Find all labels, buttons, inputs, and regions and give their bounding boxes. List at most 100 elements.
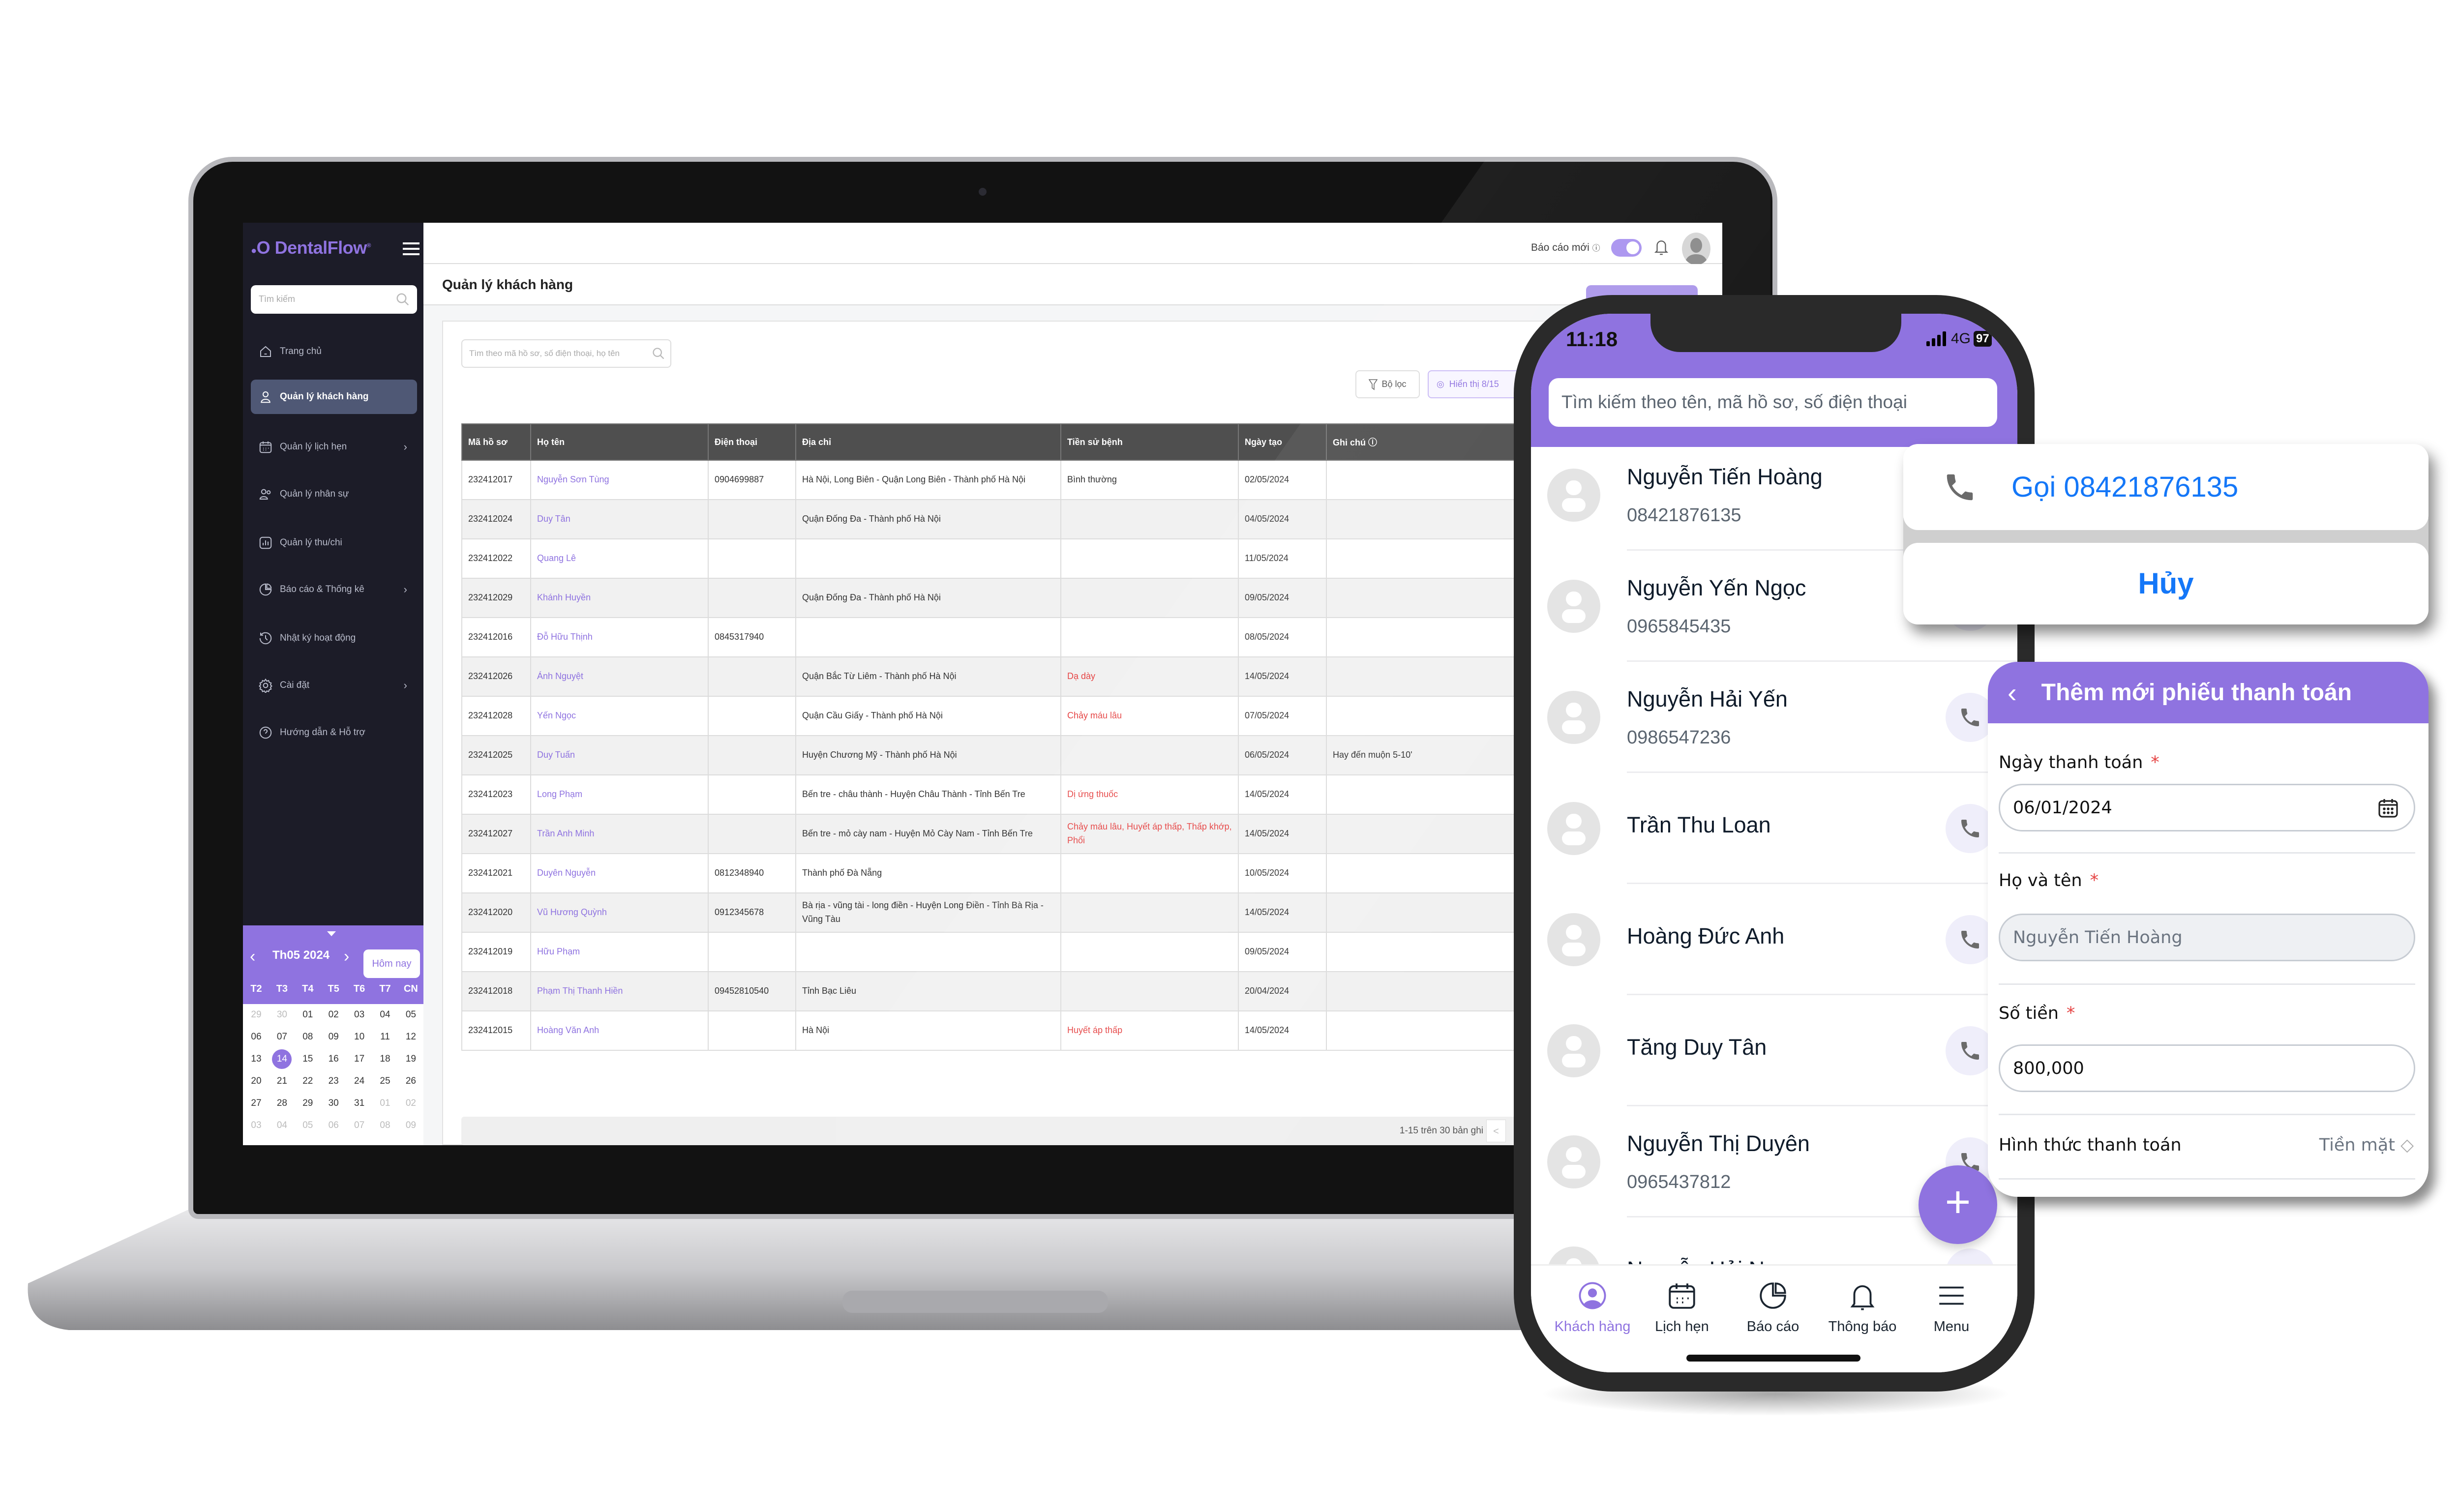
calendar-icon[interactable] — [2376, 796, 2400, 820]
calendar-day[interactable]: 02 — [401, 1094, 420, 1113]
calendar-day[interactable]: 13 — [246, 1049, 266, 1069]
logo[interactable]: ●O DentalFlow® — [251, 237, 371, 258]
calendar-day[interactable]: 05 — [298, 1116, 318, 1135]
sidebar-item-7[interactable]: Nhật ký hoạt động — [251, 621, 417, 655]
calendar-day[interactable]: 27 — [246, 1094, 266, 1113]
sidebar-item-8[interactable]: Cài đặt › — [251, 668, 417, 703]
add-fab-button[interactable]: + — [1919, 1165, 1997, 1244]
prev-page-button[interactable]: < — [1486, 1120, 1506, 1142]
customer-name-link[interactable]: Vũ Hương Quỳnh — [530, 892, 709, 933]
call-contact-button[interactable] — [1946, 1026, 1995, 1075]
calendar-day[interactable]: 24 — [350, 1071, 369, 1091]
customer-name-link[interactable]: Ánh Nguyệt — [530, 656, 709, 697]
sidebar-item-6[interactable]: Báo cáo & Thống kê › — [251, 572, 417, 607]
call-button[interactable]: Gọi 08421876135 — [1903, 444, 2429, 530]
contact-item[interactable]: Trần Thu Loan — [1531, 773, 2017, 884]
user-avatar[interactable] — [1682, 233, 1710, 265]
calendar-day[interactable]: 30 — [272, 1005, 292, 1025]
calendar-day[interactable]: 05 — [401, 1005, 420, 1025]
nav-tab-1[interactable]: Khách hàng — [1551, 1279, 1634, 1335]
prev-month-button[interactable]: ‹ — [250, 947, 255, 966]
calendar-day[interactable]: 08 — [298, 1027, 318, 1047]
sidebar-item-9[interactable]: Hướng dẫn & Hỗ trợ — [251, 715, 417, 750]
calendar-day[interactable]: 01 — [298, 1005, 318, 1025]
customer-name-link[interactable]: Phạm Thị Thanh Hiền — [530, 971, 709, 1011]
new-report-toggle[interactable] — [1611, 239, 1642, 257]
customer-name-link[interactable]: Duyên Nguyễn — [530, 853, 709, 893]
customer-name-link[interactable]: Đỗ Hữu Thịnh — [530, 617, 709, 657]
calendar-day[interactable]: 10 — [350, 1027, 369, 1047]
customer-name-link[interactable]: Duy Tuấn — [530, 735, 709, 775]
nav-tab-3[interactable]: Báo cáo — [1731, 1279, 1815, 1335]
today-button[interactable]: Hôm nay — [363, 949, 420, 978]
customer-name-link[interactable]: Trần Anh Minh — [530, 814, 709, 854]
column-header[interactable]: Họ tên — [530, 423, 709, 461]
calendar-day[interactable]: 19 — [401, 1049, 420, 1069]
next-month-button[interactable]: › — [344, 947, 349, 966]
calendar-day[interactable]: 04 — [272, 1116, 292, 1135]
customer-name-link[interactable]: Quang Lê — [530, 538, 709, 579]
sidebar-item-4[interactable]: Quản lý nhân sự — [251, 477, 417, 511]
calendar-day[interactable]: 22 — [298, 1071, 318, 1091]
calendar-day[interactable]: 17 — [350, 1049, 369, 1069]
customer-search-input[interactable]: Tìm theo mã hồ sơ, số điện thoại, họ tên — [461, 339, 671, 368]
nav-tab-2[interactable]: Lịch hẹn — [1640, 1279, 1724, 1335]
calendar-day[interactable]: 18 — [375, 1049, 395, 1069]
calendar-day[interactable]: 07 — [350, 1116, 369, 1135]
customer-name-link[interactable]: Hữu Phạm — [530, 932, 709, 972]
calendar-day[interactable]: 06 — [324, 1116, 343, 1135]
customer-name-link[interactable]: Nguyễn Sơn Tùng — [530, 460, 709, 500]
calendar-day[interactable]: 15 — [298, 1049, 318, 1069]
calendar-day[interactable]: 07 — [272, 1027, 292, 1047]
calendar-day[interactable]: 26 — [401, 1071, 420, 1091]
full-name-field[interactable]: Nguyễn Tiến Hoàng — [1999, 914, 2415, 961]
calendar-day[interactable]: 01 — [375, 1094, 395, 1113]
calendar-day[interactable]: 23 — [324, 1071, 343, 1091]
calendar-day[interactable]: 08 — [375, 1116, 395, 1135]
call-contact-button[interactable] — [1946, 915, 1995, 964]
filter-button[interactable]: Bộ lọc — [1355, 370, 1420, 398]
calendar-day[interactable]: 25 — [375, 1071, 395, 1091]
hamburger-menu-icon[interactable] — [403, 242, 420, 255]
customer-name-link[interactable]: Hoàng Văn Anh — [530, 1010, 709, 1051]
calendar-day[interactable]: 14 — [272, 1049, 292, 1069]
cancel-button[interactable]: Hủy — [1903, 543, 2429, 624]
calendar-day[interactable]: 29 — [298, 1094, 318, 1113]
back-chevron-icon[interactable]: ‹ — [2008, 677, 2017, 709]
column-header[interactable]: Mã hồ sơ — [461, 423, 531, 461]
calendar-day[interactable]: 21 — [272, 1071, 292, 1091]
customer-name-link[interactable]: Khánh Huyền — [530, 578, 709, 618]
sidebar-item-2[interactable]: Quản lý khách hàng — [251, 380, 417, 414]
collapse-caret-icon[interactable] — [327, 931, 336, 936]
nav-tab-5[interactable]: Menu — [1910, 1279, 1993, 1335]
call-contact-button[interactable] — [1946, 693, 1995, 742]
calendar-day[interactable]: 31 — [350, 1094, 369, 1113]
calendar-day[interactable]: 06 — [246, 1027, 266, 1047]
column-header[interactable]: Ngày tạo — [1238, 423, 1327, 461]
calendar-day[interactable]: 29 — [246, 1005, 266, 1025]
sidebar-item-3[interactable]: Quản lý lịch hẹn › — [251, 430, 417, 464]
calendar-day[interactable]: 04 — [375, 1005, 395, 1025]
calendar-day[interactable]: 09 — [401, 1116, 420, 1135]
calendar-day[interactable]: 03 — [350, 1005, 369, 1025]
contact-item[interactable]: Nguyễn Hải Yến 0986547236 — [1531, 662, 2017, 773]
sidebar-item-1[interactable]: Trang chủ — [251, 334, 417, 369]
payment-date-field[interactable]: 06/01/2024 — [1999, 784, 2415, 831]
calendar-day[interactable]: 09 — [324, 1027, 343, 1047]
sidebar-search-input[interactable]: Tìm kiếm — [251, 285, 417, 314]
column-header[interactable]: Điện thoại — [708, 423, 796, 461]
call-contact-button[interactable] — [1946, 804, 1995, 853]
mobile-search-input[interactable]: Tìm kiếm theo tên, mã hồ sơ, số điện tho… — [1549, 378, 1997, 427]
calendar-day[interactable]: 03 — [246, 1116, 266, 1135]
sidebar-item-5[interactable]: Quản lý thu/chi — [251, 526, 417, 560]
bell-icon[interactable] — [1653, 237, 1670, 257]
payment-method-select[interactable]: Tiền mặt ◇ — [2319, 1135, 2414, 1155]
contact-item[interactable]: Hoàng Đức Anh — [1531, 884, 2017, 995]
calendar-day[interactable]: 12 — [401, 1027, 420, 1047]
calendar-day[interactable]: 02 — [324, 1005, 343, 1025]
calendar-day[interactable]: 11 — [375, 1027, 395, 1047]
calendar-day[interactable]: 16 — [324, 1049, 343, 1069]
column-header[interactable]: Tiền sử bệnh — [1060, 423, 1239, 461]
nav-tab-4[interactable]: Thông báo — [1821, 1279, 1904, 1335]
calendar-day[interactable]: 20 — [246, 1071, 266, 1091]
